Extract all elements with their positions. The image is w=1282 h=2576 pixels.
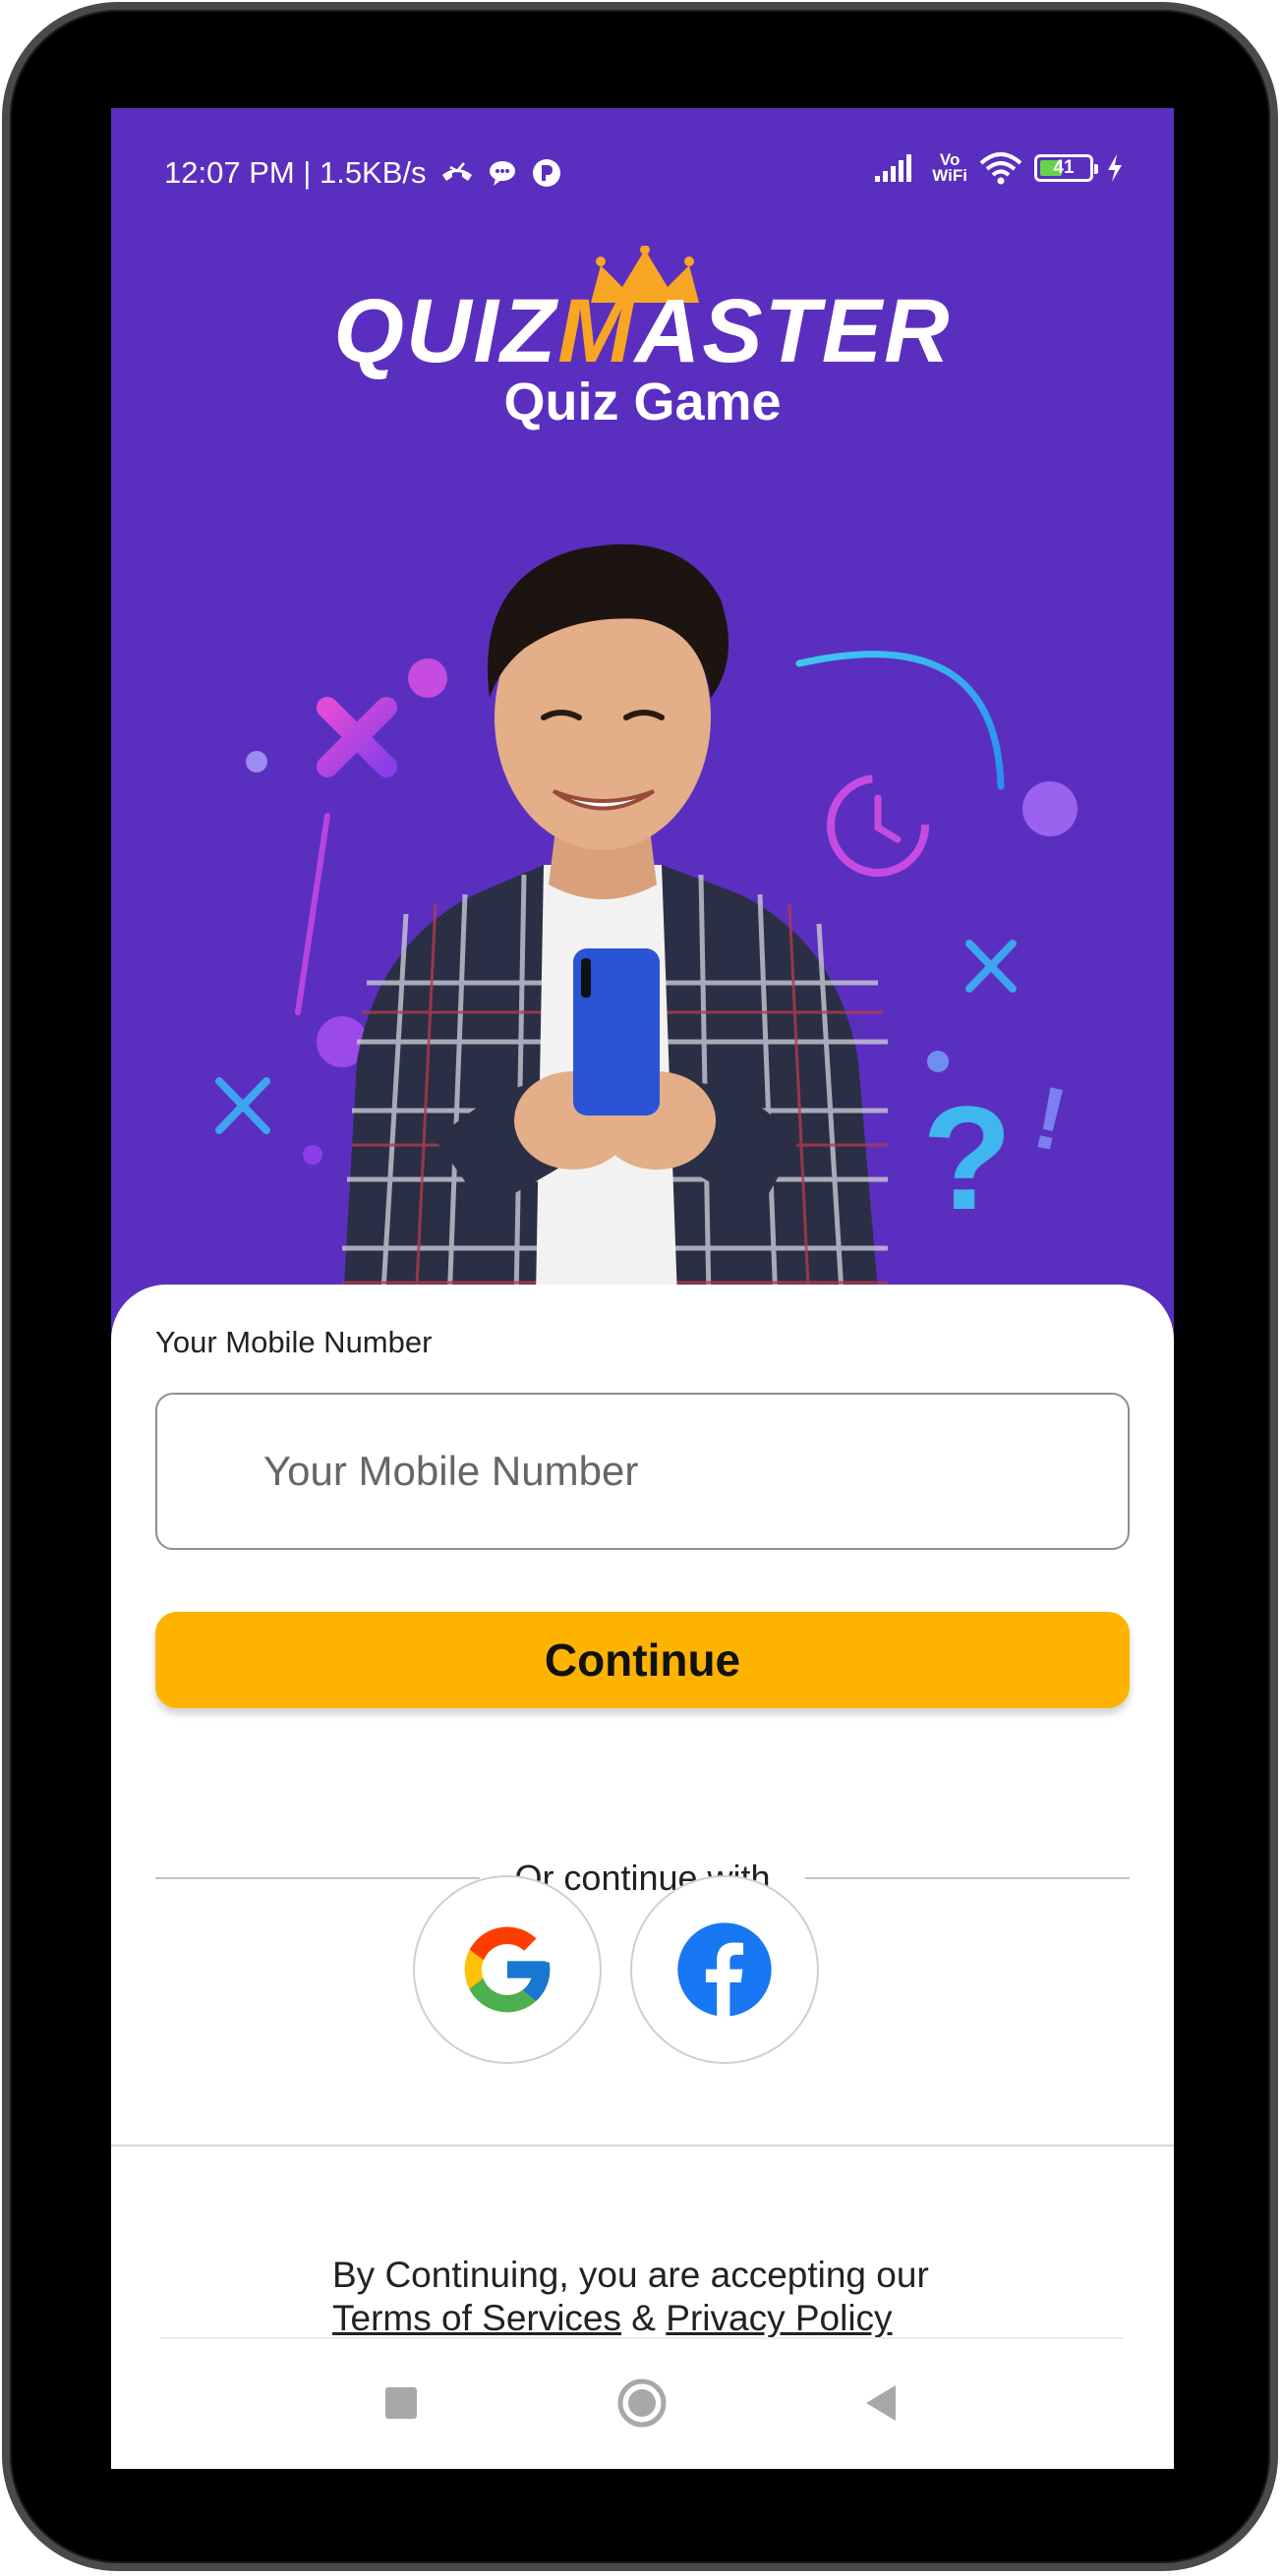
recent-apps-icon xyxy=(385,2387,417,2419)
recent-apps-button[interactable] xyxy=(367,2369,436,2437)
terms-prefix: By Continuing, you are accepting our xyxy=(332,2255,929,2295)
divider-text-wrap: Or continue with xyxy=(155,1858,1130,1899)
system-nav-bar xyxy=(111,2339,1174,2469)
terms-links-row: Terms of Services & Privacy Policy xyxy=(332,2297,929,2340)
google-login-button[interactable] xyxy=(413,1875,602,2064)
card-content: Your Mobile Number Continue Or continue … xyxy=(111,108,1174,2469)
terms-text: By Continuing, you are accepting our Ter… xyxy=(332,2254,929,2340)
mobile-number-label: Your Mobile Number xyxy=(155,1325,433,1359)
terms-of-services-link[interactable]: Terms of Services xyxy=(332,2298,621,2338)
back-icon xyxy=(866,2385,896,2421)
mobile-number-input[interactable] xyxy=(155,1393,1130,1550)
terms-joiner: & xyxy=(621,2298,667,2338)
phone-frame: 12:07 PM | 1.5KB/s Vo WiFi 41 QUIZMASTER… xyxy=(0,0,1282,2576)
home-icon xyxy=(617,2378,667,2428)
continue-button[interactable]: Continue xyxy=(155,1612,1130,1708)
section-divider xyxy=(111,2145,1174,2147)
home-button[interactable] xyxy=(608,2369,676,2437)
back-button[interactable] xyxy=(846,2369,915,2437)
privacy-policy-link[interactable]: Privacy Policy xyxy=(666,2298,892,2338)
facebook-icon xyxy=(677,1922,772,2017)
facebook-login-button[interactable] xyxy=(630,1875,819,2064)
or-continue-divider: Or continue with xyxy=(155,1858,1130,1899)
google-icon xyxy=(464,1926,551,2013)
